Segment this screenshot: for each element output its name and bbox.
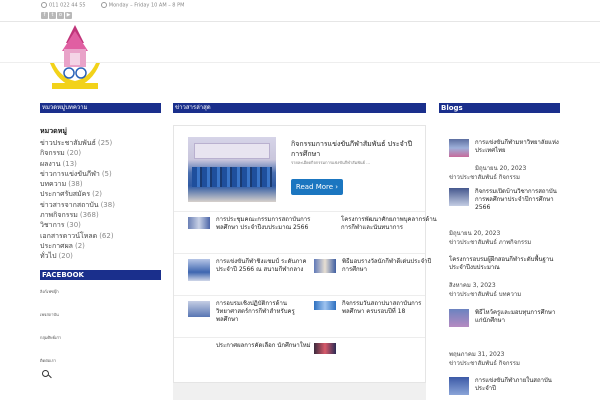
blogs-section-title: Blogs	[439, 103, 560, 113]
categories-section-title: หมวดหมู่บทความ	[40, 103, 161, 113]
news-item[interactable]: พิธีมอบรางวัลนักกีฬาดีเด่นประจำปีการศึกษ…	[314, 258, 438, 299]
category-item[interactable]: ข่าวการแข่งขันกีฬา (5)	[40, 169, 160, 179]
facebook-link[interactable]: เพจสถาบัน	[40, 311, 61, 334]
blog-categories[interactable]: ข่าวประชาสัมพันธ์ ภาพกิจกรรม	[449, 237, 531, 247]
featured-title[interactable]: กิจกรรมการแข่งขันกีฬาสัมพันธ์ ประจำปีการ…	[291, 139, 419, 159]
youtube-icon[interactable]: ▶	[65, 12, 72, 19]
news-item[interactable]: การแข่งขันกีฬาชิงแชมป์ ระดับภาค ประจำปี …	[188, 258, 312, 299]
news-item[interactable]: การประชุมคณะกรรมการสถาบันการพลศึกษา ประจ…	[188, 216, 312, 257]
blog-thumbnail[interactable]	[449, 139, 469, 157]
news-title[interactable]: ประกาศผลการคัดเลือก นักศึกษาใหม่	[216, 342, 312, 350]
categories-heading: หมวดหมู่	[40, 127, 67, 135]
blog-thumbnail[interactable]	[449, 309, 469, 327]
news-thumbnail[interactable]	[188, 259, 210, 281]
site-logo[interactable]	[44, 23, 106, 93]
news-title[interactable]: กิจกรรมวันสถาปนาสถาบันการพลศึกษา ครบรอบป…	[342, 300, 438, 316]
news-item[interactable]: การอบรมเชิงปฏิบัติการด้านวิทยาศาสตร์การก…	[188, 300, 312, 341]
featured-image[interactable]	[188, 137, 276, 202]
blog-categories[interactable]: ข่าวประชาสัมพันธ์ บทความ	[449, 289, 521, 299]
blog-title[interactable]: พิธีไหว้ครูและมอบทุนการศึกษาแก่นักศึกษา	[475, 309, 561, 325]
search-icon[interactable]	[42, 370, 49, 377]
news-title[interactable]: การประชุมคณะกรรมการสถาบันการพลศึกษา ประจ…	[216, 216, 312, 232]
blog-title[interactable]: กิจกรรมเปิดบ้านวิชาการสถาบันการพลศึกษาปร…	[475, 188, 561, 212]
news-title[interactable]: การแข่งขันกีฬาชิงแชมป์ ระดับภาค ประจำปี …	[216, 258, 312, 274]
news-section-title: ข่าวสารล่าสุด	[173, 103, 426, 113]
facebook-link[interactable]: ลิงก์เฟซบุ๊ก	[40, 288, 61, 311]
news-thumbnail[interactable]	[188, 301, 210, 317]
news-item[interactable]: กิจกรรมวันสถาปนาสถาบันการพลศึกษา ครบรอบป…	[314, 300, 438, 341]
news-item[interactable]: ประกาศผลการคัดเลือก นักศึกษาใหม่	[188, 342, 312, 383]
news-thumbnail[interactable]	[314, 301, 336, 310]
instagram-icon[interactable]: o	[57, 12, 64, 19]
featured-excerpt: รายละเอียดกิจกรรมการแข่งขันกีฬาสัมพันธ์ …	[291, 160, 371, 165]
news-panel-footer	[173, 383, 426, 400]
blog-title[interactable]: โครงการอบรมผู้ฝึกสอนกีฬาระดับพื้นฐาน ประ…	[449, 256, 561, 272]
news-title[interactable]: โครงการพัฒนาศักยภาพบุคลากรด้านการกีฬาและ…	[341, 216, 437, 232]
facebook-section-title: FACEBOOK	[40, 270, 161, 280]
category-item[interactable]: ผลงาน (13)	[40, 159, 160, 169]
category-item[interactable]: ข่าวประชาสัมพันธ์ (25)	[40, 138, 160, 148]
facebook-links: ลิงก์เฟซบุ๊ก เพจสถาบัน กลุ่มศิษย์เก่า ติ…	[40, 288, 61, 380]
news-thumbnail[interactable]	[188, 217, 210, 229]
news-title[interactable]: พิธีมอบรางวัลนักกีฬาดีเด่นประจำปีการศึกษ…	[342, 258, 438, 274]
category-list: ข่าวประชาสัมพันธ์ (25) กิจกรรม (20) ผลงาน(…	[40, 138, 160, 262]
clock-icon	[100, 2, 107, 8]
divider	[174, 211, 425, 212]
phone-number: 011 022 44 55	[49, 2, 86, 9]
category-item[interactable]: บทความ (38)	[40, 179, 160, 189]
category-item[interactable]: ข่าวสารจากสถาบัน (38)	[40, 200, 160, 210]
blog-categories[interactable]: ข่าวประชาสัมพันธ์ กิจกรรม	[449, 358, 520, 368]
category-item[interactable]: วิชาการ (30)	[40, 220, 160, 230]
blog-thumbnail[interactable]	[449, 377, 469, 395]
news-title[interactable]: การอบรมเชิงปฏิบัติการด้านวิทยาศาสตร์การก…	[216, 300, 312, 325]
blog-title[interactable]: การแข่งขันกีฬาภายในสถาบัน ประจำปี	[475, 377, 561, 393]
category-item[interactable]: ภาพกิจกรรม (368)	[40, 210, 160, 220]
opening-hours: Monday – Friday 10 AM – 8 PM	[108, 2, 185, 9]
blog-thumbnail[interactable]	[449, 188, 469, 206]
news-thumbnail[interactable]	[314, 343, 336, 354]
read-more-button[interactable]: Read More ›	[291, 179, 343, 195]
blog-categories[interactable]: ข่าวประชาสัมพันธ์ กิจกรรม	[449, 172, 520, 182]
news-thumbnail[interactable]	[314, 259, 336, 273]
phone-icon	[41, 2, 47, 8]
social-links: f t o ▶	[41, 12, 72, 19]
contact-info: 011 022 44 55 Monday – Friday 10 AM – 8 …	[41, 2, 184, 9]
facebook-icon[interactable]: f	[41, 12, 48, 19]
blog-title[interactable]: การแข่งขันกีฬามหาวิทยาลัยแห่งประเทศไทย	[475, 139, 561, 155]
category-item[interactable]: ทั่วไป (20)	[40, 251, 160, 261]
chevron-right-icon: ›	[335, 183, 339, 191]
twitter-icon[interactable]: t	[49, 12, 56, 19]
category-item[interactable]: เอกสารดาวน์โหลด (62)	[40, 231, 160, 241]
facebook-link[interactable]: กลุ่มศิษย์เก่า	[40, 334, 61, 357]
news-item[interactable]: โครงการพัฒนาศักยภาพบุคลากรด้านการกีฬาและ…	[314, 216, 437, 257]
top-bar: 011 022 44 55 Monday – Friday 10 AM – 8 …	[0, 0, 600, 22]
category-item[interactable]: ประกาศรับสมัคร (2)	[40, 189, 160, 199]
category-item[interactable]: ประกาศผล (2)	[40, 241, 160, 251]
category-item[interactable]: กิจกรรม (20)	[40, 148, 160, 158]
news-item[interactable]	[314, 343, 436, 383]
